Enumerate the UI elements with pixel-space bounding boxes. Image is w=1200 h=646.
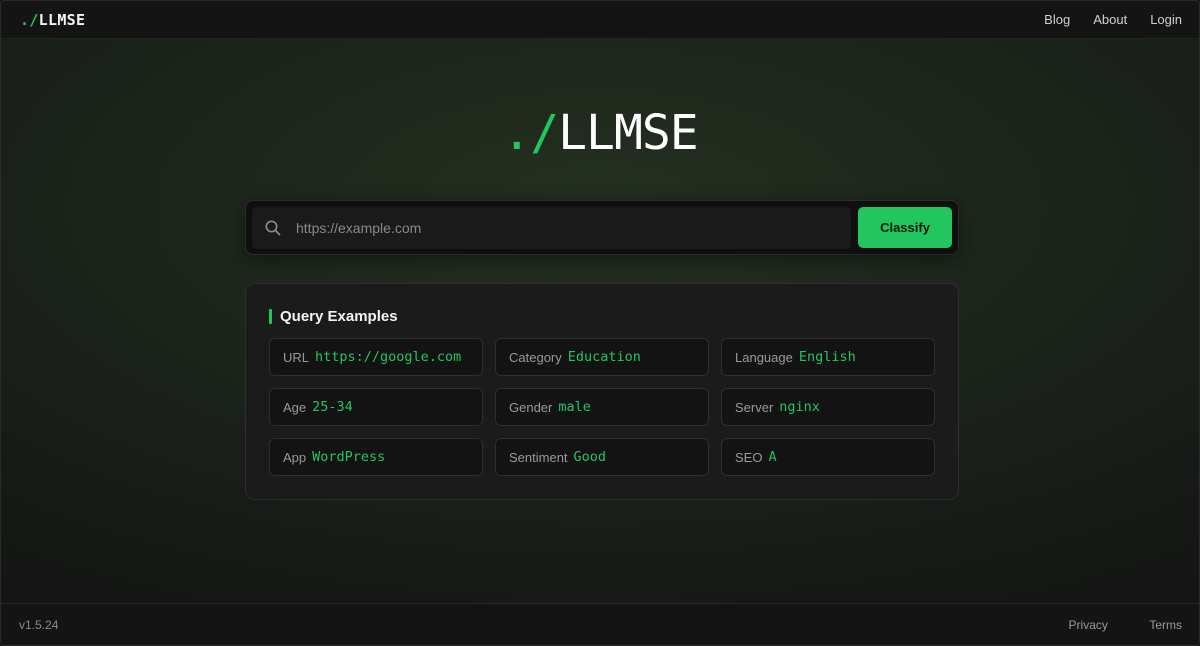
example-key: Category [509, 349, 562, 365]
examples-grid: URL https://google.com Category Educatio… [269, 338, 935, 476]
example-chip-language[interactable]: Language English [721, 338, 935, 376]
example-value: Education [567, 349, 641, 365]
example-chip-category[interactable]: Category Education [495, 338, 709, 376]
footer-bar: v1.5.24 Privacy Terms [1, 603, 1199, 645]
search-icon [264, 219, 282, 237]
query-examples-heading: Query Examples [269, 307, 935, 325]
nav-link-blog[interactable]: Blog [1044, 12, 1070, 27]
brand-name: LLMSE [38, 10, 86, 29]
version-label: v1.5.24 [19, 617, 59, 632]
top-nav-links: Blog About Login [1021, 12, 1182, 27]
app-window: ./LLMSE Blog About Login ./LLMSE Classif… [0, 0, 1200, 646]
example-key: App [283, 449, 307, 465]
heading-accent-bar [269, 308, 272, 324]
url-search-input[interactable] [296, 206, 851, 249]
example-key: Server [735, 399, 774, 415]
example-key: Age [283, 399, 307, 415]
example-value: A [768, 449, 777, 465]
nav-link-about[interactable]: About [1093, 12, 1127, 27]
example-key: URL [283, 349, 310, 365]
hero-logo-prefix: ./ [502, 105, 559, 161]
example-value: WordPress [312, 449, 386, 465]
example-value: English [798, 349, 856, 365]
example-chip-age[interactable]: Age 25-34 [269, 388, 483, 426]
example-value: male [558, 399, 591, 415]
example-chip-app[interactable]: App WordPress [269, 438, 483, 476]
footer-links: Privacy Terms [1032, 616, 1182, 634]
example-value: Good [573, 449, 607, 465]
example-key: Gender [509, 399, 553, 415]
classify-button[interactable]: Classify [858, 207, 952, 248]
query-examples-title: Query Examples [280, 307, 398, 325]
brand-prefix: ./ [20, 10, 39, 29]
example-chip-server[interactable]: Server nginx [721, 388, 935, 426]
top-nav-bar: ./LLMSE Blog About Login [1, 1, 1199, 39]
hero-logo: ./LLMSE [1, 105, 1199, 161]
example-key: Sentiment [509, 449, 568, 465]
example-key: Language [735, 349, 793, 365]
example-chip-sentiment[interactable]: Sentiment Good [495, 438, 709, 476]
example-chip-url[interactable]: URL https://google.com [269, 338, 483, 376]
example-chip-seo[interactable]: SEO A [721, 438, 935, 476]
query-examples-card: Query Examples URL https://google.com Ca… [245, 283, 959, 500]
example-value: nginx [779, 399, 820, 415]
example-value: 25-34 [312, 399, 353, 415]
search-bar: Classify [245, 200, 959, 255]
hero-logo-name: LLMSE [558, 105, 698, 161]
footer-link-privacy[interactable]: Privacy [1069, 618, 1108, 632]
footer-link-terms[interactable]: Terms [1149, 618, 1182, 632]
example-value: https://google.com [315, 349, 462, 365]
search-field-container [252, 206, 851, 249]
example-key: SEO [735, 449, 763, 465]
example-chip-gender[interactable]: Gender male [495, 388, 709, 426]
brand-logo-link[interactable]: ./LLMSE [20, 11, 85, 29]
nav-link-login[interactable]: Login [1150, 12, 1182, 27]
